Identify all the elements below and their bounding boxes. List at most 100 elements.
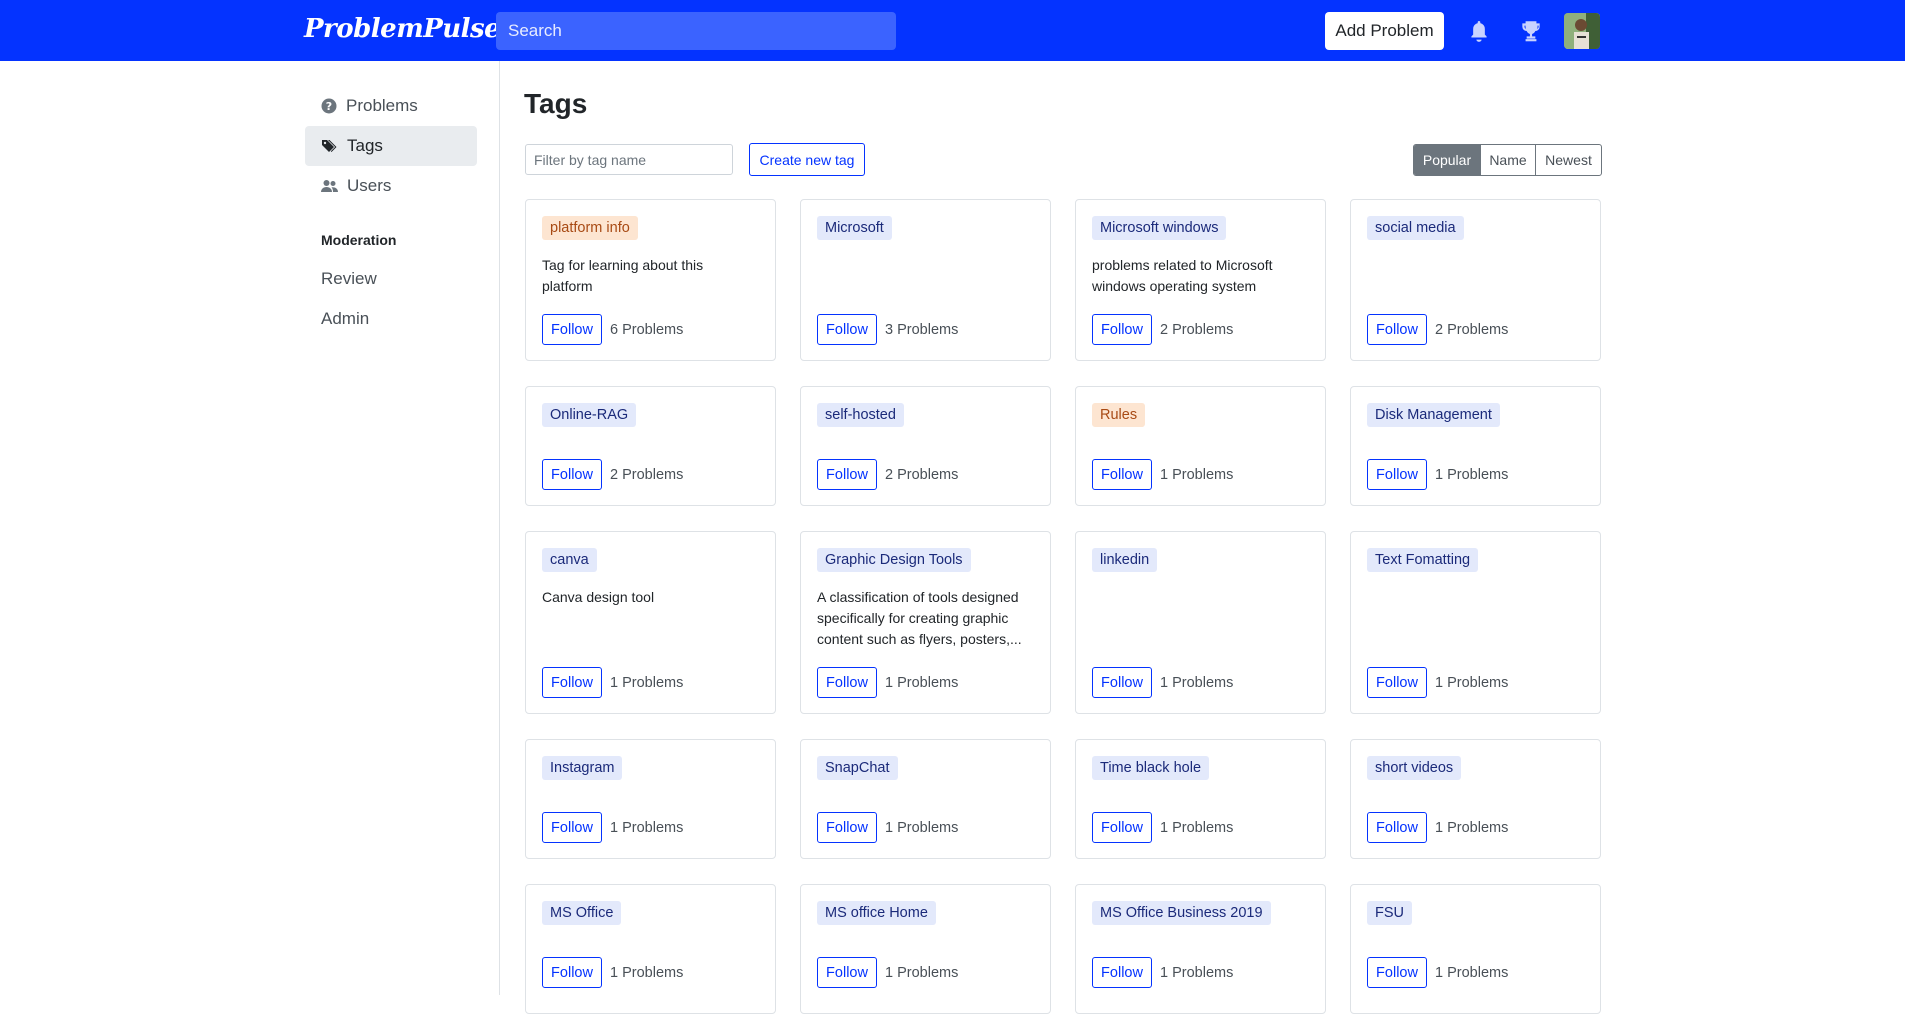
follow-button[interactable]: Follow bbox=[542, 957, 602, 988]
sidebar-item-label: Users bbox=[347, 176, 392, 195]
sort-name-button[interactable]: Name bbox=[1480, 145, 1535, 175]
tag-badge[interactable]: FSU bbox=[1367, 901, 1412, 925]
tag-badge[interactable]: Graphic Design Tools bbox=[817, 548, 971, 572]
tag-badge[interactable]: SnapChat bbox=[817, 756, 898, 780]
tag-badge[interactable]: Rules bbox=[1092, 403, 1146, 427]
tag-card: SnapChat Follow 1 Problems bbox=[800, 739, 1051, 859]
sort-newest-button[interactable]: Newest bbox=[1535, 145, 1601, 175]
people-icon bbox=[321, 180, 338, 192]
problem-count: 1 Problems bbox=[1160, 466, 1234, 483]
tag-badge[interactable]: short videos bbox=[1367, 756, 1462, 780]
problem-count: 1 Problems bbox=[610, 964, 684, 981]
follow-button[interactable]: Follow bbox=[817, 459, 877, 490]
tag-card: Time black hole Follow 1 Problems bbox=[1075, 739, 1326, 859]
question-circle-icon: ? bbox=[321, 98, 337, 114]
follow-button[interactable]: Follow bbox=[817, 812, 877, 843]
tag-badge[interactable]: Disk Management bbox=[1367, 403, 1500, 427]
problem-count: 1 Problems bbox=[885, 674, 959, 691]
follow-button[interactable]: Follow bbox=[1092, 459, 1152, 490]
tag-badge[interactable]: self-hosted bbox=[817, 403, 904, 427]
follow-button[interactable]: Follow bbox=[817, 667, 877, 698]
tag-description-line: specifically for creating graphic bbox=[817, 610, 1009, 626]
tag-badge[interactable]: Microsoft windows bbox=[1092, 216, 1227, 240]
tag-description-line: problems related to Microsoft bbox=[1092, 257, 1273, 273]
problem-count: 1 Problems bbox=[610, 674, 684, 691]
problem-count: 1 Problems bbox=[1160, 819, 1234, 836]
follow-button[interactable]: Follow bbox=[1367, 812, 1427, 843]
follow-button[interactable]: Follow bbox=[542, 812, 602, 843]
tag-badge[interactable]: canva bbox=[542, 548, 597, 572]
follow-button[interactable]: Follow bbox=[817, 314, 877, 345]
follow-button[interactable]: Follow bbox=[1092, 812, 1152, 843]
problem-count: 1 Problems bbox=[1160, 964, 1234, 981]
tag-card: linkedin Follow 1 Problems bbox=[1075, 531, 1326, 714]
tag-description: Canva design tool bbox=[542, 587, 764, 608]
tag-card: Disk Management Follow 1 Problems bbox=[1350, 386, 1601, 506]
follow-button[interactable]: Follow bbox=[1092, 314, 1152, 345]
problem-count: 3 Problems bbox=[885, 321, 959, 338]
tag-card: social media Follow 2 Problems bbox=[1350, 199, 1601, 361]
tag-badge[interactable]: social media bbox=[1367, 216, 1464, 240]
top-navbar: ProblemPulse Search Add Problem bbox=[0, 0, 1905, 61]
trophy-icon[interactable] bbox=[1518, 18, 1544, 44]
tag-badge[interactable]: Time black hole bbox=[1092, 756, 1210, 780]
moderation-heading: Moderation bbox=[321, 232, 397, 248]
problem-count: 1 Problems bbox=[885, 964, 959, 981]
tag-badge[interactable]: Microsoft bbox=[817, 216, 892, 240]
tag-card: short videos Follow 1 Problems bbox=[1350, 739, 1601, 859]
sort-toggle: Popular Name Newest bbox=[1413, 144, 1602, 176]
tag-badge[interactable]: Online-RAG bbox=[542, 403, 637, 427]
sort-popular-button[interactable]: Popular bbox=[1414, 145, 1480, 175]
follow-button[interactable]: Follow bbox=[542, 667, 602, 698]
sidebar: ? Problems Tags Users Moderation Review … bbox=[0, 61, 500, 995]
sidebar-item-label: Tags bbox=[347, 136, 383, 155]
follow-button[interactable]: Follow bbox=[1092, 667, 1152, 698]
tag-description-line: windows operating system bbox=[1092, 278, 1257, 294]
add-problem-button[interactable]: Add Problem bbox=[1325, 12, 1444, 50]
follow-button[interactable]: Follow bbox=[1367, 459, 1427, 490]
sidebar-item-users[interactable]: Users bbox=[305, 166, 477, 206]
problem-count: 1 Problems bbox=[885, 819, 959, 836]
problem-count: 1 Problems bbox=[1435, 674, 1509, 691]
tag-description-line: A classification of tools designed bbox=[817, 589, 1019, 605]
follow-button[interactable]: Follow bbox=[542, 314, 602, 345]
problem-count: 6 Problems bbox=[610, 321, 684, 338]
tag-description: A classification of tools designed specif… bbox=[817, 587, 1039, 650]
page-title: Tags bbox=[524, 88, 588, 119]
follow-button[interactable]: Follow bbox=[542, 459, 602, 490]
sidebar-item-problems[interactable]: ? Problems bbox=[305, 86, 477, 126]
follow-button[interactable]: Follow bbox=[1092, 957, 1152, 988]
svg-text:?: ? bbox=[326, 100, 332, 113]
tag-badge[interactable]: platform info bbox=[542, 216, 638, 240]
tag-filter-input[interactable]: Filter by tag name bbox=[525, 144, 733, 175]
problem-count: 1 Problems bbox=[1160, 674, 1234, 691]
tag-badge[interactable]: linkedin bbox=[1092, 548, 1158, 572]
problem-count: 1 Problems bbox=[1435, 964, 1509, 981]
tag-badge[interactable]: Text Fomatting bbox=[1367, 548, 1479, 572]
follow-button[interactable]: Follow bbox=[817, 957, 877, 988]
tag-card: Rules Follow 1 Problems bbox=[1075, 386, 1326, 506]
problem-count: 1 Problems bbox=[1435, 466, 1509, 483]
tag-description-line: Canva design tool bbox=[542, 589, 655, 605]
tag-badge[interactable]: MS office Home bbox=[817, 901, 936, 925]
follow-button[interactable]: Follow bbox=[1367, 667, 1427, 698]
tag-card: Online-RAG Follow 2 Problems bbox=[525, 386, 776, 506]
tag-badge[interactable]: MS Office Business 2019 bbox=[1092, 901, 1271, 925]
tag-card: Text Fomatting Follow 1 Problems bbox=[1350, 531, 1601, 714]
search-input[interactable]: Search bbox=[496, 12, 896, 50]
bell-icon[interactable] bbox=[1466, 18, 1492, 44]
tag-card: self-hosted Follow 2 Problems bbox=[800, 386, 1051, 506]
follow-button[interactable]: Follow bbox=[1367, 314, 1427, 345]
admin-link[interactable]: Admin bbox=[321, 309, 369, 329]
sidebar-item-tags[interactable]: Tags bbox=[305, 126, 477, 166]
avatar[interactable] bbox=[1564, 13, 1600, 49]
review-link[interactable]: Review bbox=[321, 269, 377, 289]
tag-description: problems related to Microsoft windows ope… bbox=[1092, 255, 1314, 297]
create-tag-button[interactable]: Create new tag bbox=[749, 143, 865, 176]
tag-badge[interactable]: MS Office bbox=[542, 901, 622, 925]
tag-card: Instagram Follow 1 Problems bbox=[525, 739, 776, 859]
app-logo[interactable]: ProblemPulse bbox=[304, 14, 501, 44]
tag-badge[interactable]: Instagram bbox=[542, 756, 623, 780]
follow-button[interactable]: Follow bbox=[1367, 957, 1427, 988]
tag-description-line: content such as flyers, posters,... bbox=[817, 631, 1022, 647]
